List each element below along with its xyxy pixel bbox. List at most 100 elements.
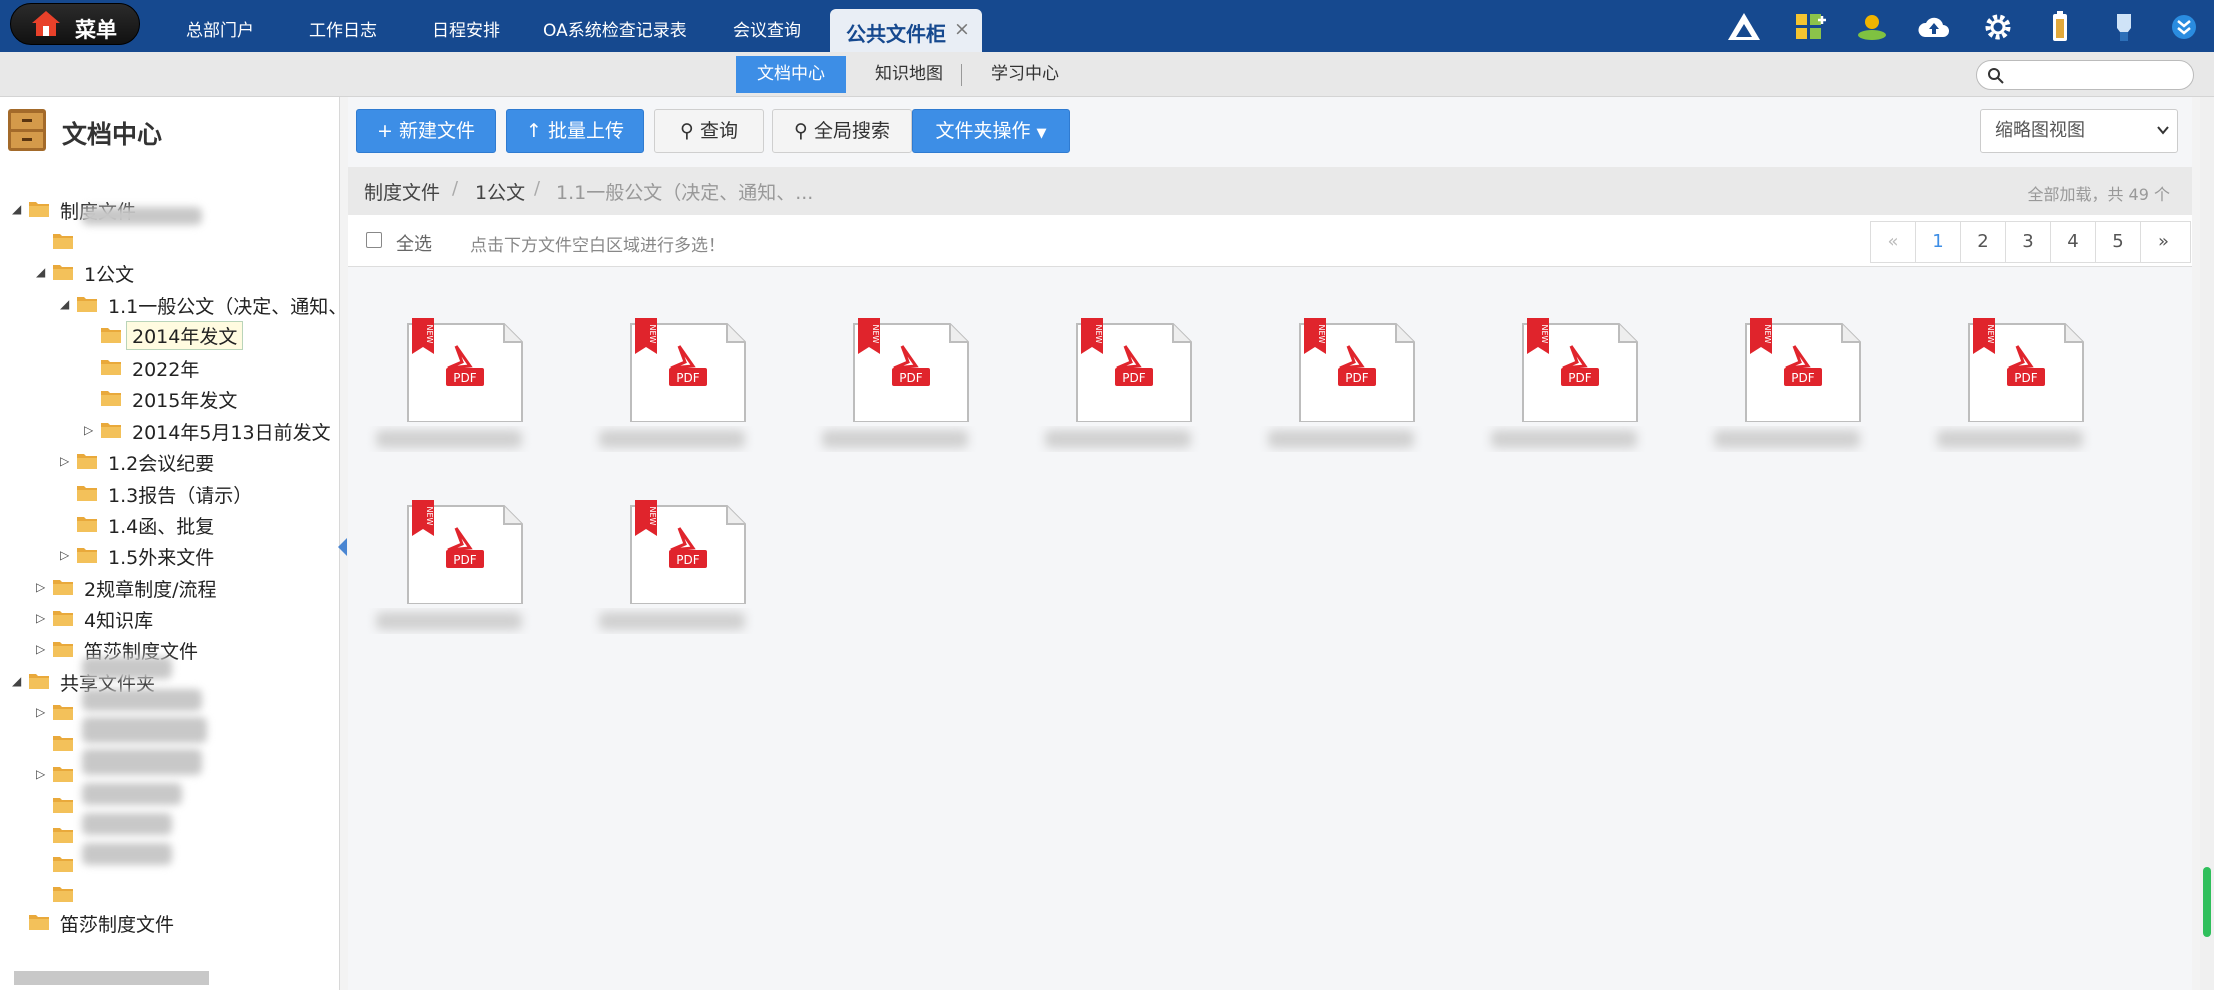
- tree-node[interactable]: 1.4函、批复: [60, 511, 380, 539]
- file-name[interactable]: [812, 426, 978, 452]
- tree-node[interactable]: 1.3报告（请示）: [60, 480, 380, 508]
- chevron-down-circle-icon[interactable]: [2166, 10, 2202, 44]
- breadcrumb-separator: /: [452, 178, 459, 199]
- file-name[interactable]: [1258, 426, 1424, 452]
- pager-prev[interactable]: «: [1871, 222, 1916, 262]
- tab-work-log[interactable]: 工作日志: [309, 0, 377, 52]
- gear-icon[interactable]: [1980, 10, 2016, 44]
- search-icon: [1988, 68, 2004, 84]
- bulb-icon[interactable]: [2106, 10, 2142, 44]
- tab-schedule[interactable]: 日程安排: [432, 0, 500, 52]
- file-item[interactable]: NEW PDF: [812, 302, 978, 462]
- tree-node-label: 2014年发文: [126, 321, 244, 350]
- file-name[interactable]: [1927, 426, 2093, 452]
- up-triangle-icon[interactable]: [1726, 10, 1762, 44]
- collapse-panel-arrow-icon[interactable]: [338, 538, 347, 556]
- file-item[interactable]: NEW PDF: [589, 484, 755, 644]
- vertical-scrollbar[interactable]: [2200, 97, 2214, 990]
- search-input[interactable]: [2009, 65, 2169, 85]
- tree-node[interactable]: ▷ 1.2会议纪要: [60, 448, 380, 476]
- folder-tree-panel: 文档中心 ◢制度文件◢1公文◢1.1一般公文（决定、通知、2014年发文2022…: [0, 97, 347, 990]
- file-item[interactable]: NEW PDF: [589, 302, 755, 462]
- tree-toggle-icon[interactable]: ▷: [36, 580, 48, 594]
- query-button[interactable]: ⚲ 查询: [654, 109, 764, 153]
- tree-toggle-icon[interactable]: ▷: [36, 642, 48, 656]
- pagination: « 1 2 3 4 5 »: [1870, 221, 2191, 263]
- tab-oa-check[interactable]: OA系统检查记录表: [543, 0, 687, 52]
- folder-icon: [29, 202, 49, 217]
- new-badge: NEW: [1094, 325, 1103, 344]
- tree-node[interactable]: [36, 228, 356, 256]
- menu-button[interactable]: 菜单: [10, 3, 140, 45]
- file-item[interactable]: NEW PDF: [1927, 302, 2093, 462]
- tree-toggle-icon[interactable]: ▷: [60, 454, 72, 468]
- file-item[interactable]: NEW PDF: [1258, 302, 1424, 462]
- file-name[interactable]: [1704, 426, 1870, 452]
- file-name[interactable]: [589, 426, 755, 452]
- tab-meeting-query[interactable]: 会议查询: [733, 0, 801, 52]
- subtab-document-center[interactable]: 文档中心: [736, 56, 846, 93]
- tree-node[interactable]: 笛莎制度文件: [12, 909, 332, 937]
- file-name[interactable]: [1481, 426, 1647, 452]
- pager-next[interactable]: »: [2141, 222, 2186, 262]
- tree-toggle-icon[interactable]: ▷: [36, 767, 48, 781]
- file-name[interactable]: [366, 426, 532, 452]
- tree-node-label: 1.5外来文件: [108, 547, 215, 569]
- tree-toggle-icon[interactable]: ▷: [36, 705, 48, 719]
- tab-portal[interactable]: 总部门户: [186, 0, 254, 52]
- search-icon: ⚲: [794, 120, 808, 142]
- pager-page[interactable]: 1: [1916, 222, 1961, 262]
- pager-page[interactable]: 2: [1961, 222, 2006, 262]
- battery-icon[interactable]: [2042, 10, 2078, 44]
- tree-node[interactable]: [36, 881, 356, 909]
- selection-bar: 全选 点击下方文件空白区域进行多选！ « 1 2 3 4 5 »: [348, 215, 2192, 267]
- search-box[interactable]: [1976, 60, 2194, 90]
- tree-toggle-icon[interactable]: ◢: [12, 202, 24, 216]
- view-mode-select[interactable]: 缩略图视图: [1980, 109, 2178, 153]
- tree-node[interactable]: ▷ 4知识库: [36, 605, 356, 633]
- file-item[interactable]: NEW PDF: [1035, 302, 1201, 462]
- file-item[interactable]: NEW PDF: [366, 484, 532, 644]
- folder-operations-dropdown[interactable]: 文件夹操作 ▼: [912, 109, 1070, 153]
- file-item[interactable]: NEW PDF: [1704, 302, 1870, 462]
- file-type-label: PDF: [1345, 371, 1368, 385]
- breadcrumb-item[interactable]: 1公文: [475, 178, 525, 205]
- new-badge: NEW: [425, 507, 434, 526]
- global-search-button[interactable]: ⚲ 全局搜索: [772, 109, 912, 153]
- select-all-label[interactable]: 全选: [396, 230, 432, 256]
- tree-toggle-icon[interactable]: ◢: [60, 297, 72, 311]
- tree-node-label: 4知识库: [84, 610, 154, 632]
- apps-plus-icon[interactable]: [1792, 10, 1828, 44]
- subtab-learning-center[interactable]: 学习中心: [970, 56, 1080, 93]
- tree-node[interactable]: ▷ 2规章制度/流程: [36, 574, 356, 602]
- tree-node[interactable]: ◢ 1.1一般公文（决定、通知、: [60, 291, 380, 319]
- tree-toggle-icon[interactable]: ◢: [36, 265, 48, 279]
- tab-public-file-cabinet[interactable]: 公共文件柜 ×: [830, 9, 982, 52]
- file-name[interactable]: [366, 608, 532, 634]
- batch-upload-button[interactable]: ↑ 批量上传: [506, 109, 644, 153]
- close-tab-icon[interactable]: ×: [954, 18, 970, 40]
- horizontal-scrollbar[interactable]: [14, 971, 209, 985]
- folder-icon: [53, 642, 73, 657]
- breadcrumb-item[interactable]: 制度文件: [364, 178, 440, 205]
- file-item[interactable]: NEW PDF: [366, 302, 532, 462]
- select-all-checkbox[interactable]: [366, 232, 382, 248]
- pager-page[interactable]: 5: [2096, 222, 2141, 262]
- file-name[interactable]: [589, 608, 755, 634]
- tree-toggle-icon[interactable]: ▷: [84, 423, 96, 437]
- tree-node[interactable]: ▷ 1.5外来文件: [60, 542, 380, 570]
- user-status-icon[interactable]: [1854, 10, 1890, 44]
- cloud-upload-icon[interactable]: [1916, 10, 1952, 44]
- tree-toggle-icon[interactable]: ◢: [12, 674, 24, 688]
- pager-page[interactable]: 3: [2006, 222, 2051, 262]
- tree-toggle-icon[interactable]: ▷: [60, 548, 72, 562]
- new-file-button[interactable]: + 新建文件: [356, 109, 496, 153]
- tree-node[interactable]: ◢ 1公文: [36, 259, 356, 287]
- pager-page[interactable]: 4: [2051, 222, 2096, 262]
- file-name[interactable]: [1035, 426, 1201, 452]
- scrollbar-thumb[interactable]: [2203, 867, 2211, 937]
- pdf-file-icon: NEW PDF: [1522, 318, 1638, 422]
- subtab-knowledge-map[interactable]: 知识地图: [854, 56, 964, 93]
- tree-toggle-icon[interactable]: ▷: [36, 611, 48, 625]
- file-item[interactable]: NEW PDF: [1481, 302, 1647, 462]
